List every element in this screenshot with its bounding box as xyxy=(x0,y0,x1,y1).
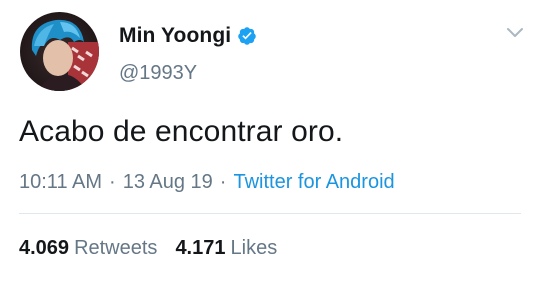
divider xyxy=(19,213,521,214)
meta-separator: · xyxy=(109,171,116,193)
retweets-stat[interactable]: 4.069 Retweets xyxy=(19,237,157,259)
chevron-down-icon[interactable] xyxy=(506,26,524,40)
author-name-row[interactable]: Min Yoongi xyxy=(119,23,257,49)
likes-count: 4.171 xyxy=(175,237,226,259)
retweets-label: Retweets xyxy=(74,237,158,259)
tweet-time[interactable]: 10:11 AM xyxy=(19,171,102,193)
tweet-text: Acabo de encontrar oro. xyxy=(19,115,344,148)
tweet-source-link[interactable]: Twitter for Android xyxy=(233,171,394,193)
likes-label: Likes xyxy=(230,237,278,259)
verified-badge-icon xyxy=(238,27,256,45)
tweet-stats: 4.069 Retweets 4.171 Likes xyxy=(19,237,277,260)
tweet-date[interactable]: 13 Aug 19 xyxy=(123,171,213,193)
retweets-count: 4.069 xyxy=(19,237,70,259)
author-display-name[interactable]: Min Yoongi xyxy=(119,24,231,48)
tweet-meta: 10:11 AM · 13 Aug 19 · Twitter for Android xyxy=(19,171,395,194)
avatar-image xyxy=(20,12,99,91)
meta-separator: · xyxy=(219,171,227,193)
author-handle[interactable]: @1993Y xyxy=(119,62,197,85)
avatar[interactable] xyxy=(20,12,99,91)
likes-stat[interactable]: 4.171 Likes xyxy=(175,237,277,259)
